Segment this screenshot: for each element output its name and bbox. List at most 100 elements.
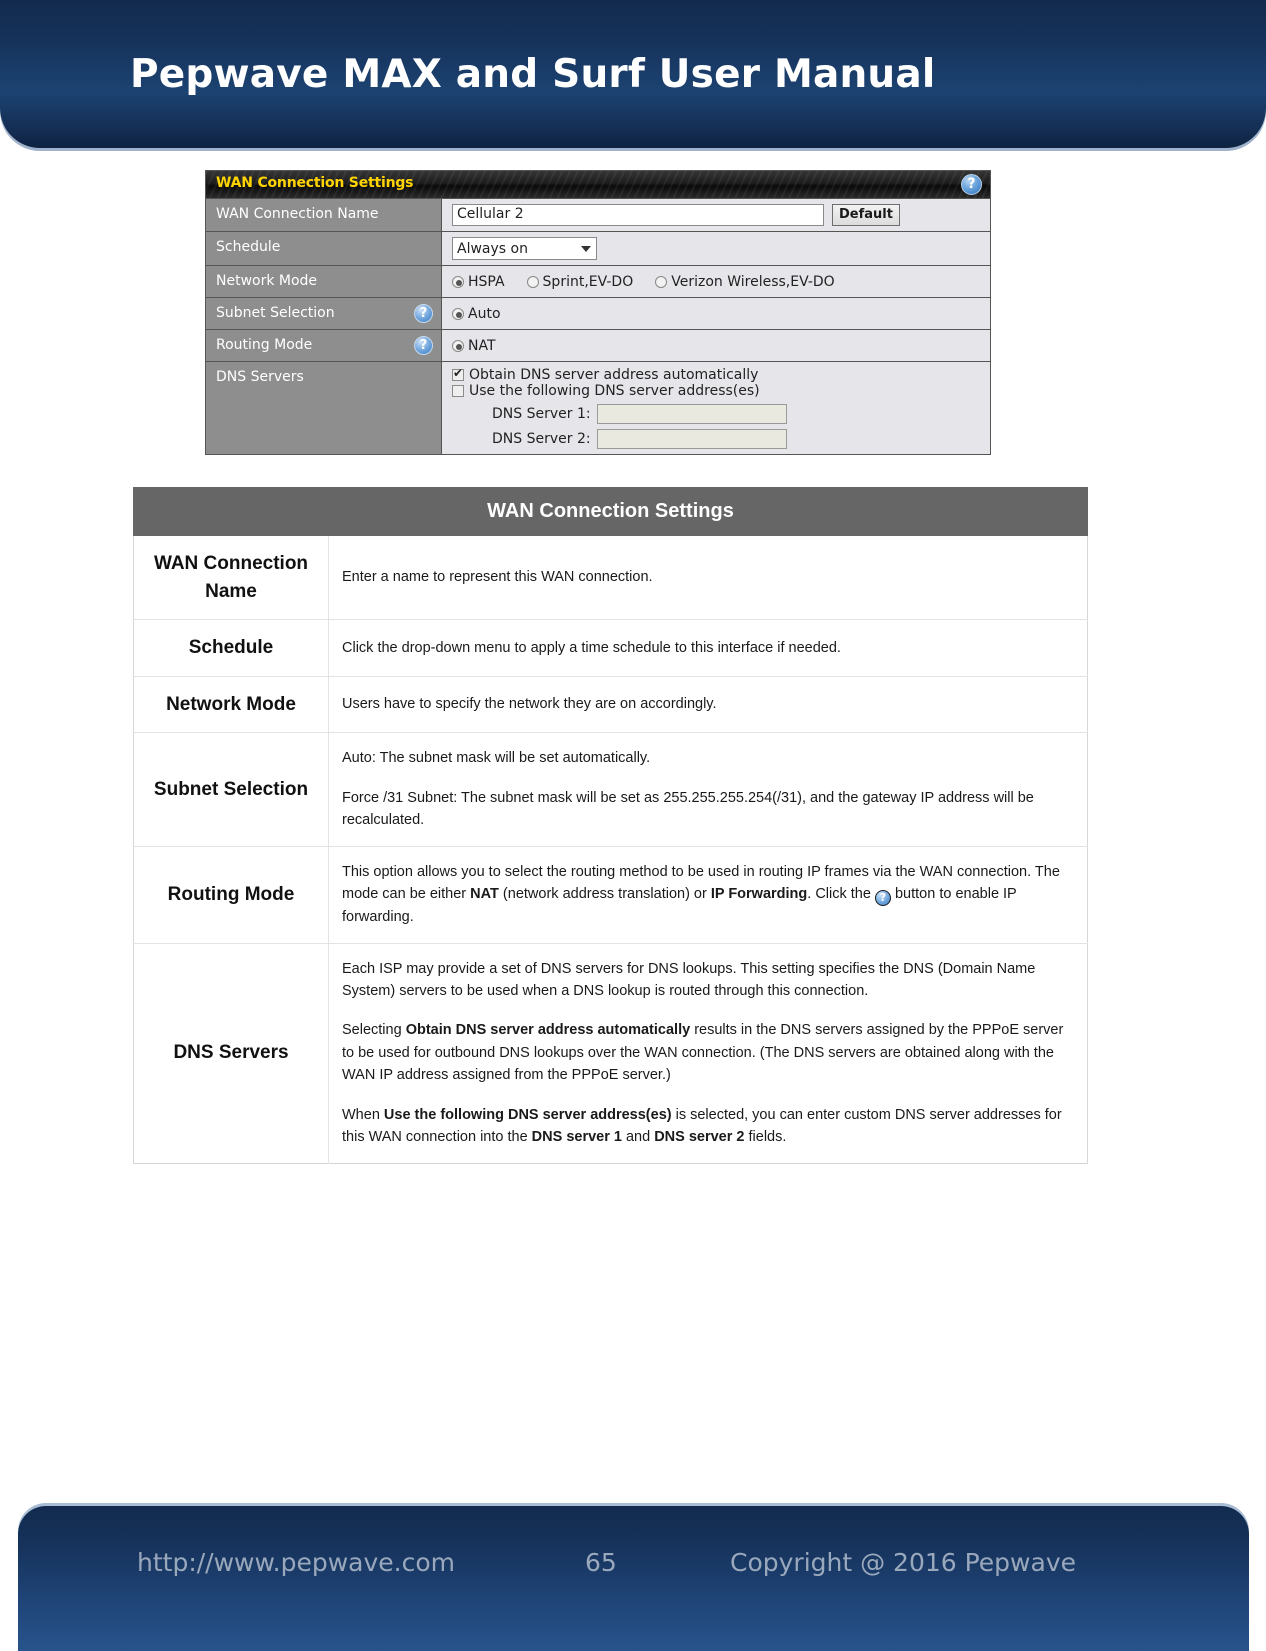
table-row: Network Mode Users have to specify the ne… <box>133 675 1088 733</box>
table-row-description: Each ISP may provide a set of DNS server… <box>328 942 1088 1164</box>
dns-server-1-input[interactable] <box>596 404 787 424</box>
panel-row-routing-mode: Routing Mode ? NAT <box>206 329 990 361</box>
panel-label-wan-connection-name: WAN Connection Name <box>206 199 442 231</box>
panel-value-network-mode: HSPA Sprint,EV-DO Verizon Wireless,EV-DO <box>442 266 990 297</box>
wan-connection-settings-table: WAN Connection Settings WAN Connection N… <box>133 487 1088 1164</box>
radio-icon <box>526 275 539 288</box>
emphasis-text: Obtain DNS server address automatically <box>405 1022 691 1039</box>
dns-obtain-automatically-checkbox[interactable]: Obtain DNS server address automatically <box>452 366 982 383</box>
body-text: Users have to specify the network they a… <box>342 696 717 713</box>
subnet-selection-option-auto[interactable]: Auto <box>452 304 501 324</box>
panel-title: WAN Connection Settings <box>216 175 414 191</box>
dns-server-1-label: DNS Server 1: <box>492 406 591 422</box>
panel-label-routing-mode: Routing Mode ? <box>206 330 442 361</box>
table-title: WAN Connection Settings <box>133 487 1088 536</box>
chevron-down-icon <box>581 246 591 252</box>
routing-mode-option-nat[interactable]: NAT <box>452 336 496 356</box>
routing-mode-option-label: NAT <box>468 337 496 354</box>
table-row: Schedule Click the drop-down menu to appl… <box>133 619 1088 677</box>
description-paragraph: Selecting Obtain DNS server address auto… <box>342 1019 1071 1086</box>
question-mark-icon[interactable]: ? <box>414 336 433 355</box>
emphasis-text: DNS server 1 <box>531 1129 622 1146</box>
panel-row-dns-servers: DNS Servers Obtain DNS server address au… <box>206 361 990 454</box>
page-header-banner: Pepwave MAX and Surf User Manual <box>0 0 1266 148</box>
panel-label-subnet-selection: Subnet Selection ? <box>206 298 442 329</box>
network-mode-option-verizon[interactable]: Verizon Wireless,EV-DO <box>655 272 835 292</box>
panel-titlebar: WAN Connection Settings ? <box>206 171 990 198</box>
default-button[interactable]: Default <box>832 204 900 226</box>
panel-label-dns-servers: DNS Servers <box>206 362 442 454</box>
body-text: Force /31 Subnet: The subnet mask will b… <box>342 789 1034 829</box>
body-text: When <box>342 1106 384 1123</box>
table-row-description: Users have to specify the network they a… <box>328 675 1088 733</box>
dns-server-1-row: DNS Server 1: <box>452 404 982 424</box>
table-row-key: Schedule <box>133 619 329 677</box>
table-row-description: Auto: The subnet mask will be set automa… <box>328 732 1088 847</box>
network-mode-option-hspa[interactable]: HSPA <box>452 272 505 292</box>
panel-row-schedule: Schedule Always on <box>206 231 990 265</box>
checkbox-checked-icon <box>452 366 464 381</box>
network-mode-option-label: Verizon Wireless,EV-DO <box>671 273 835 290</box>
emphasis-text: NAT <box>470 886 499 903</box>
panel-label-network-mode: Network Mode <box>206 266 442 297</box>
panel-value-dns-servers: Obtain DNS server address automatically … <box>442 362 990 454</box>
emphasis-text: Use the following DNS server address(es) <box>383 1106 672 1123</box>
description-paragraph: When Use the following DNS server addres… <box>342 1104 1071 1149</box>
question-mark-icon[interactable]: ? <box>874 890 891 907</box>
description-paragraph: Users have to specify the network they a… <box>342 693 1071 715</box>
panel-value-routing-mode: NAT <box>442 330 990 361</box>
description-paragraph: Force /31 Subnet: The subnet mask will b… <box>342 787 1071 832</box>
panel-row-wan-connection-name: WAN Connection Name Cellular 2 Default <box>206 198 990 231</box>
table-row-description: This option allows you to select the rou… <box>328 845 1088 944</box>
network-mode-option-label: HSPA <box>468 273 505 290</box>
table-row: Routing Mode This option allows you to se… <box>133 845 1088 944</box>
table-row-key: Routing Mode <box>133 845 329 944</box>
panel-row-network-mode: Network Mode HSPA Sprint,EV-DO Verizon W… <box>206 265 990 297</box>
body-text: Auto: The subnet mask will be set automa… <box>342 750 651 767</box>
panel-label-text: Routing Mode <box>216 337 313 353</box>
body-text: fields. <box>744 1129 787 1146</box>
body-text: and <box>621 1129 655 1146</box>
emphasis-text: IP Forwarding <box>710 886 808 903</box>
body-text: Selecting <box>342 1022 406 1039</box>
panel-label-text: Subnet Selection <box>216 305 335 321</box>
table-row: WAN Connection Name Enter a name to repre… <box>133 534 1088 620</box>
table-row-key: Network Mode <box>133 675 329 733</box>
radio-icon <box>452 307 464 320</box>
wan-connection-name-input[interactable]: Cellular 2 <box>452 204 824 226</box>
subnet-selection-option-label: Auto <box>468 305 501 322</box>
page-footer-banner: http://www.pepwave.com 65 Copyright @ 20… <box>18 1506 1249 1651</box>
dns-server-2-label: DNS Server 2: <box>492 431 591 447</box>
footer-url[interactable]: http://www.pepwave.com <box>137 1548 455 1577</box>
panel-label-schedule: Schedule <box>206 232 442 265</box>
description-paragraph: Each ISP may provide a set of DNS server… <box>342 958 1071 1003</box>
description-paragraph: This option allows you to select the rou… <box>342 861 1071 929</box>
body-text: . Click the <box>807 886 875 903</box>
question-mark-icon[interactable]: ? <box>961 174 982 195</box>
body-text: Click the drop-down menu to apply a time… <box>342 639 841 656</box>
wan-connection-settings-screenshot: WAN Connection Settings ? WAN Connection… <box>205 170 991 455</box>
body-text: Each ISP may provide a set of DNS server… <box>342 960 1036 999</box>
table-row: DNS Servers Each ISP may provide a set of… <box>133 942 1088 1164</box>
description-paragraph: Auto: The subnet mask will be set automa… <box>342 747 1071 769</box>
schedule-select[interactable]: Always on <box>452 237 597 260</box>
table-row-description: Click the drop-down menu to apply a time… <box>328 619 1088 677</box>
table-row-key: DNS Servers <box>133 942 329 1164</box>
dns-use-following-label: Use the following DNS server address(es) <box>469 383 760 399</box>
body-text: Enter a name to represent this WAN conne… <box>342 569 653 586</box>
emphasis-text: DNS server 2 <box>654 1129 745 1146</box>
question-mark-icon[interactable]: ? <box>414 304 433 323</box>
dns-use-following-checkbox[interactable]: Use the following DNS server address(es) <box>452 383 982 399</box>
table-row: Subnet Selection Auto: The subnet mask wi… <box>133 732 1088 847</box>
description-paragraph: Enter a name to represent this WAN conne… <box>342 566 1071 588</box>
panel-value-subnet-selection: Auto <box>442 298 990 329</box>
network-mode-option-sprint[interactable]: Sprint,EV-DO <box>526 272 633 292</box>
table-row-description: Enter a name to represent this WAN conne… <box>328 534 1088 620</box>
schedule-select-value: Always on <box>457 241 528 257</box>
dns-server-2-input[interactable] <box>596 429 787 449</box>
page-title: Pepwave MAX and Surf User Manual <box>130 52 936 97</box>
radio-icon <box>452 339 464 352</box>
table-header-row: WAN Connection Settings <box>133 487 1088 536</box>
description-paragraph: Click the drop-down menu to apply a time… <box>342 637 1071 659</box>
panel-row-subnet-selection: Subnet Selection ? Auto <box>206 297 990 329</box>
